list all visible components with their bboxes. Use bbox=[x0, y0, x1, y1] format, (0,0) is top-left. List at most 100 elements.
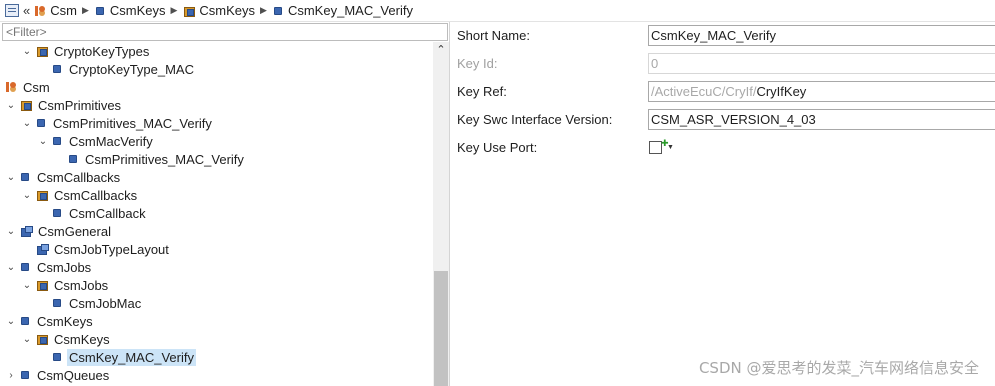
scroll-thumb[interactable] bbox=[434, 271, 448, 386]
key-id-label: Key Id: bbox=[457, 56, 498, 71]
tree-item-label: CsmKey_MAC_Verify bbox=[67, 348, 196, 366]
node-icon bbox=[21, 263, 29, 271]
chevron-down-icon[interactable]: ▼ bbox=[667, 144, 674, 151]
breadcrumb: « Csm ▶ CsmKeys ▶ CsmKeys ▶ CsmKey_MAC_V… bbox=[0, 0, 995, 22]
node-icon bbox=[21, 317, 29, 325]
key-ref-field[interactable]: /ActiveEcuC/CryIf/CryIfKey bbox=[648, 81, 995, 102]
general-icon bbox=[37, 244, 49, 255]
tree-item-label: CsmKeys bbox=[37, 313, 93, 329]
expand-chevron-icon[interactable]: ⌄ bbox=[5, 262, 17, 273]
breadcrumb-separator-icon[interactable]: ▶ bbox=[171, 5, 178, 16]
node-icon bbox=[53, 209, 61, 217]
tree-item-label: CsmCallbacks bbox=[54, 187, 138, 203]
tree-item-label: CsmJobMac bbox=[69, 295, 142, 311]
key-ref-label: Key Ref: bbox=[457, 84, 507, 99]
csm-module-icon bbox=[5, 81, 17, 93]
tree-pane: ⌄ CryptoKeyTypes CryptoKeyType_MAC ⌄ Csm ⌄ Csm… bbox=[0, 22, 450, 386]
expand-chevron-icon[interactable]: ⌄ bbox=[21, 190, 33, 201]
tree-item-label: CsmCallbacks bbox=[37, 169, 121, 185]
tree-item[interactable]: › CsmQueues bbox=[5, 366, 111, 384]
view-menu-icon[interactable] bbox=[5, 4, 19, 17]
tree-item-label: CsmJobs bbox=[37, 259, 92, 275]
expand-chevron-icon[interactable]: ⌄ bbox=[37, 136, 49, 147]
tree-item[interactable]: ⌄ CryptoKeyTypes bbox=[21, 42, 151, 60]
short-name-label: Short Name: bbox=[457, 28, 530, 43]
folder-icon bbox=[184, 6, 196, 17]
expand-chevron-icon[interactable]: ⌄ bbox=[21, 334, 33, 345]
key-swc-interface-version-select[interactable]: CSM_ASR_VERSION_4_03 bbox=[648, 109, 995, 130]
node-icon bbox=[53, 137, 61, 145]
tree-item[interactable]: CryptoKeyType_MAC bbox=[37, 60, 196, 78]
folder-icon bbox=[21, 100, 32, 111]
tree-item-label: CsmPrimitives bbox=[38, 97, 122, 113]
expand-chevron-icon[interactable]: ⌄ bbox=[5, 172, 17, 183]
breadcrumb-separator-icon[interactable]: ▶ bbox=[82, 5, 89, 16]
tree-item-label: CsmQueues bbox=[37, 367, 110, 383]
collapse-chevron-icon[interactable]: › bbox=[5, 370, 17, 381]
folder-icon bbox=[37, 334, 48, 345]
tree-item[interactable]: ⌄ CsmMacVerify bbox=[37, 132, 155, 150]
expand-chevron-icon[interactable]: ⌄ bbox=[5, 316, 17, 327]
filter-input[interactable] bbox=[2, 23, 448, 41]
tree-item-label: Csm bbox=[23, 79, 50, 95]
tree-item[interactable]: ⌄ CsmGeneral bbox=[5, 222, 113, 240]
expand-chevron-icon[interactable]: ⌄ bbox=[5, 100, 17, 111]
expand-chevron-icon[interactable]: ⌄ bbox=[0, 82, 1, 93]
breadcrumb-item-csm[interactable]: Csm bbox=[34, 3, 77, 18]
breadcrumb-item-csmkeys-container[interactable]: CsmKeys bbox=[95, 3, 166, 18]
tree-item[interactable]: CsmJobTypeLayout bbox=[21, 240, 171, 258]
tree-item-label: CsmKeys bbox=[54, 331, 110, 347]
node-icon bbox=[95, 6, 104, 15]
expand-chevron-icon[interactable]: ⌄ bbox=[5, 226, 17, 237]
tree-item-label: CsmCallback bbox=[69, 205, 146, 221]
expand-chevron-icon[interactable]: ⌄ bbox=[21, 46, 33, 57]
tree-item-label: CsmPrimitives_MAC_Verify bbox=[53, 115, 212, 131]
tree-item-label: CsmGeneral bbox=[38, 223, 111, 239]
tree-item-label: CryptoKeyTypes bbox=[54, 43, 150, 59]
node-icon bbox=[53, 353, 61, 361]
key-id-field bbox=[648, 53, 995, 74]
node-icon bbox=[69, 155, 77, 163]
tree-item-label: CryptoKeyType_MAC bbox=[69, 61, 194, 77]
breadcrumb-item-csmkeys-folder[interactable]: CsmKeys bbox=[184, 3, 255, 18]
node-icon bbox=[21, 371, 29, 379]
config-tree: ⌄ CryptoKeyTypes CryptoKeyType_MAC ⌄ Csm ⌄ Csm… bbox=[0, 42, 433, 386]
tree-item[interactable]: ⌄ CsmCallbacks bbox=[21, 186, 139, 204]
tree-item[interactable]: CsmCallback bbox=[37, 204, 148, 222]
folder-icon bbox=[37, 190, 48, 201]
tree-item[interactable]: CsmKey_MAC_Verify bbox=[37, 348, 196, 366]
node-icon bbox=[37, 119, 45, 127]
expand-chevron-icon[interactable]: ⌄ bbox=[21, 118, 33, 129]
key-use-port-label: Key Use Port: bbox=[457, 140, 538, 155]
breadcrumb-item-csmkey-mac-verify[interactable]: CsmKey_MAC_Verify bbox=[273, 3, 413, 18]
short-name-field[interactable] bbox=[648, 25, 995, 46]
tree-scrollbar[interactable]: ⌃ bbox=[433, 42, 449, 386]
tree-item-label: CsmMacVerify bbox=[69, 133, 153, 149]
tree-item[interactable]: ⌄ CsmJobs bbox=[21, 276, 110, 294]
tree-item[interactable]: CsmJobMac bbox=[37, 294, 143, 312]
tree-item[interactable]: ⌄ Csm bbox=[0, 78, 52, 96]
tree-item[interactable]: ⌄ CsmKeys bbox=[21, 330, 112, 348]
tree-item[interactable]: ⌄ CsmJobs bbox=[5, 258, 93, 276]
properties-pane: Short Name: Key Id: Key Ref: /ActiveEcuC… bbox=[451, 22, 995, 386]
history-back-icon[interactable]: « bbox=[23, 3, 30, 18]
folder-icon bbox=[37, 280, 48, 291]
key-ref-prefix: /ActiveEcuC/CryIf/ bbox=[651, 84, 757, 99]
tree-item-label: CsmJobTypeLayout bbox=[54, 241, 169, 257]
tree-item[interactable]: ⌄ CsmCallbacks bbox=[5, 168, 122, 186]
node-icon bbox=[53, 299, 61, 307]
key-swc-interface-version-label: Key Swc Interface Version: bbox=[457, 112, 613, 127]
tree-item[interactable]: CsmPrimitives_MAC_Verify bbox=[53, 150, 246, 168]
tree-item[interactable]: ⌄ CsmPrimitives_MAC_Verify bbox=[21, 114, 214, 132]
tree-item-label: CsmJobs bbox=[54, 277, 109, 293]
tree-item[interactable]: ⌄ CsmPrimitives bbox=[5, 96, 123, 114]
node-icon bbox=[21, 173, 29, 181]
tree-item[interactable]: ⌄ CsmKeys bbox=[5, 312, 95, 330]
breadcrumb-separator-icon[interactable]: ▶ bbox=[260, 5, 267, 16]
expand-chevron-icon[interactable]: ⌄ bbox=[21, 280, 33, 291]
watermark: CSDN @爱思考的发菜_汽车网络信息安全 bbox=[698, 359, 979, 377]
scroll-up-arrow-icon[interactable]: ⌃ bbox=[433, 42, 449, 58]
csm-module-icon bbox=[34, 5, 46, 17]
node-icon bbox=[53, 65, 61, 73]
key-ref-value: CryIfKey bbox=[756, 84, 807, 99]
